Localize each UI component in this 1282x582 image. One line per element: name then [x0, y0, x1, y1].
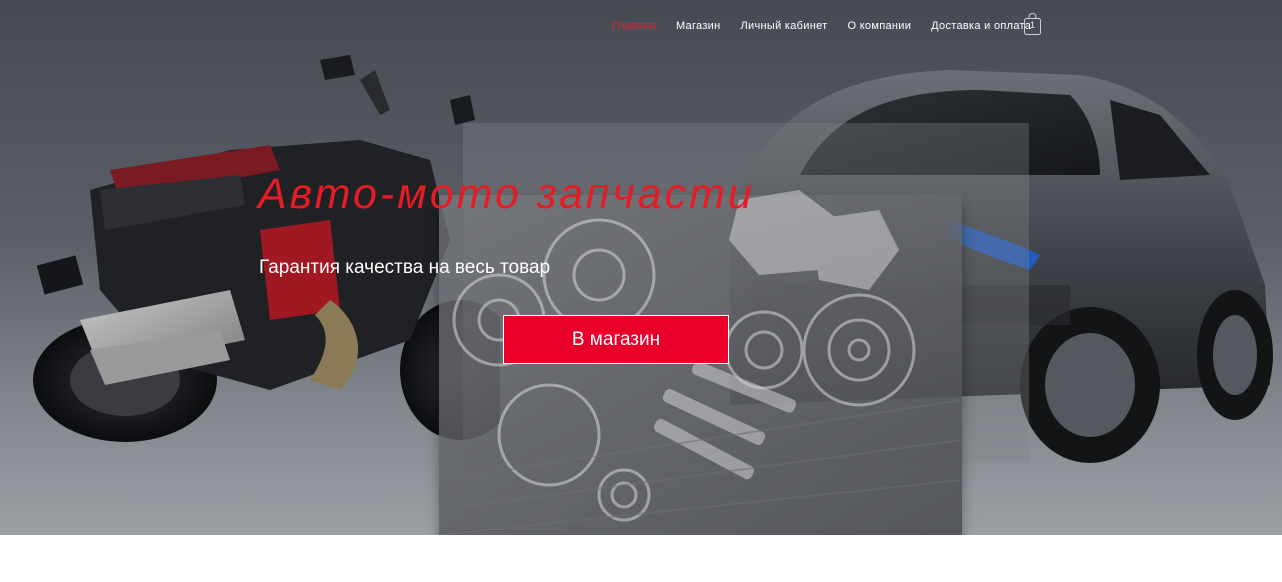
- cart-button[interactable]: 1: [1024, 13, 1041, 35]
- hero-title: Авто-мото запчасти: [258, 170, 755, 218]
- nav-item-shop[interactable]: Магазин: [676, 20, 721, 32]
- nav-item-delivery[interactable]: Доставка и оплата: [931, 20, 1031, 32]
- nav-item-home[interactable]: Главная: [612, 20, 656, 32]
- nav-item-account[interactable]: Личный кабинет: [741, 20, 828, 32]
- main-nav: Главная Магазин Личный кабинет О компани…: [612, 14, 1051, 38]
- motorcycle-illustration: [33, 55, 500, 442]
- hero-subtitle: Гарантия качества на весь товар: [259, 257, 551, 278]
- hero-banner: Главная Магазин Личный кабинет О компани…: [0, 0, 1282, 535]
- shop-button[interactable]: В магазин: [503, 315, 729, 364]
- cart-count: 1: [1029, 20, 1035, 30]
- nav-item-about[interactable]: О компании: [847, 20, 911, 32]
